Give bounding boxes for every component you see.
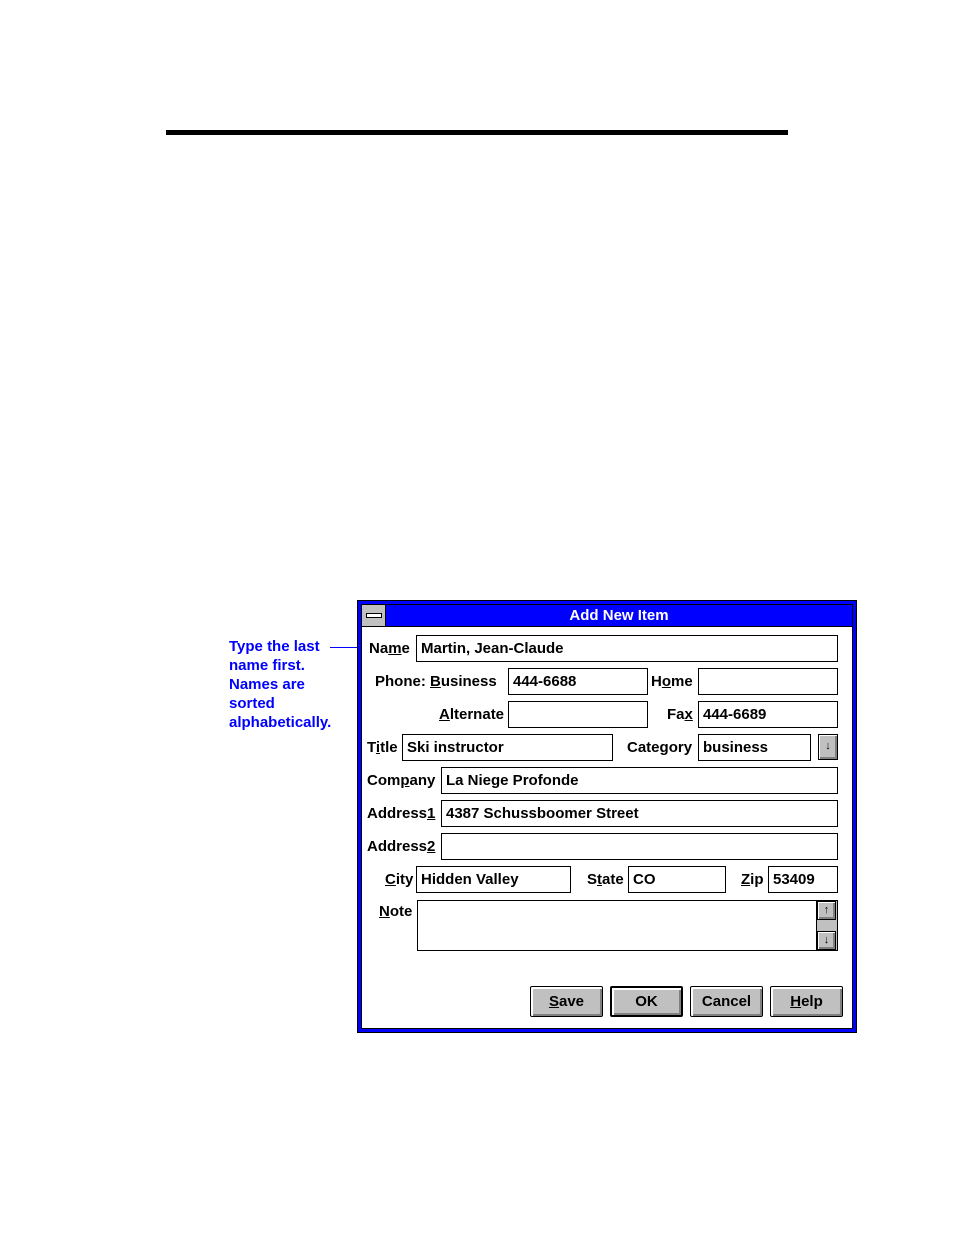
label-text: e: [401, 640, 410, 657]
label-accel: C: [385, 871, 396, 888]
title-label: Title: [367, 735, 398, 761]
label-text: ity: [395, 871, 414, 888]
scroll-down-button[interactable]: ↓: [817, 931, 836, 950]
zip-label: Zip: [741, 867, 764, 893]
button-text: ave: [558, 993, 585, 1010]
label-accel: 1: [427, 805, 436, 822]
label-accel: A: [439, 706, 450, 723]
callout-annotation: Type the last name first. Names are sort…: [229, 637, 349, 732]
label-text: ate: [602, 871, 624, 888]
title-bar[interactable]: Add New Item: [362, 605, 852, 627]
button-text: elp: [801, 993, 823, 1010]
save-button[interactable]: Save: [530, 986, 603, 1017]
address2-label: Address2: [367, 834, 435, 860]
help-button[interactable]: Help: [770, 986, 843, 1017]
callout-line: name first.: [229, 657, 305, 674]
city-input[interactable]: Hidden Valley: [416, 866, 571, 893]
label-text: tle: [380, 739, 398, 756]
address2-input[interactable]: [441, 833, 838, 860]
button-text: Cancel: [701, 993, 752, 1010]
fax-label: Fax: [667, 702, 693, 728]
callout-line: sorted: [229, 695, 275, 712]
label-accel: o: [661, 673, 672, 690]
note-label: Note: [379, 899, 412, 925]
title-input[interactable]: Ski instructor: [402, 734, 613, 761]
company-label: Company: [367, 768, 435, 794]
label-accel: g: [659, 739, 669, 756]
chevron-down-icon: ↓: [825, 740, 831, 752]
button-text: OK: [635, 993, 658, 1010]
button-accel: S: [548, 993, 559, 1010]
note-scrollbar[interactable]: ↑ ↓: [816, 901, 837, 950]
note-textarea[interactable]: ↑ ↓: [417, 900, 838, 951]
arrow-up-icon: ↑: [823, 904, 830, 916]
company-input[interactable]: La Niege Profonde: [441, 767, 838, 794]
label-text: Com: [367, 772, 401, 789]
scroll-up-button[interactable]: ↑: [817, 901, 836, 920]
label-text: Fa: [667, 706, 685, 723]
business-phone-label: Phone: Business: [375, 669, 497, 695]
label-accel: x: [684, 706, 693, 723]
address1-input[interactable]: 4387 Schussboomer Street: [441, 800, 838, 827]
label-text: Address: [367, 838, 428, 855]
label-text: any: [409, 772, 436, 789]
callout-line: Names are: [229, 676, 305, 693]
label-text: ory: [668, 739, 693, 756]
label-text: ote: [389, 903, 413, 920]
home-phone-input[interactable]: [698, 668, 838, 695]
label-text: Address: [367, 805, 428, 822]
address1-label: Address1: [367, 801, 435, 827]
cancel-button[interactable]: Cancel: [690, 986, 763, 1017]
dialog-title: Add New Item: [569, 607, 669, 624]
callout-line: alphabetically.: [229, 714, 332, 731]
label-text: Phone:: [375, 673, 430, 690]
home-phone-label: Home: [651, 669, 693, 695]
system-menu-icon[interactable]: [362, 605, 386, 626]
ok-button[interactable]: OK: [610, 986, 683, 1017]
label-accel: m: [388, 640, 402, 657]
business-phone-input[interactable]: 444-6688: [508, 668, 648, 695]
label-text: Na: [369, 640, 389, 657]
label-text: ip: [750, 871, 764, 888]
label-accel: B: [430, 673, 441, 690]
fax-input[interactable]: 444-6689: [698, 701, 838, 728]
city-label: City: [385, 867, 413, 893]
dialog-client: Add New Item Name Martin, Jean-Claude Ph…: [361, 604, 853, 1029]
name-input[interactable]: Martin, Jean-Claude: [416, 635, 838, 662]
zip-input[interactable]: 53409: [768, 866, 838, 893]
label-text: me: [671, 673, 693, 690]
add-new-item-dialog: Add New Item Name Martin, Jean-Claude Ph…: [357, 600, 857, 1033]
alternate-phone-label: Alternate: [439, 702, 504, 728]
label-text: H: [651, 673, 662, 690]
arrow-down-icon: ↓: [823, 934, 830, 946]
label-text: lternate: [449, 706, 505, 723]
label-accel: 2: [427, 838, 436, 855]
state-input[interactable]: CO: [628, 866, 726, 893]
label-text: S: [587, 871, 598, 888]
label-accel: Z: [741, 871, 751, 888]
label-text: T: [367, 739, 376, 756]
category-dropdown-button[interactable]: ↓: [818, 734, 838, 760]
alternate-phone-input[interactable]: [508, 701, 648, 728]
state-label: State: [587, 867, 624, 893]
label-text: Cate: [627, 739, 660, 756]
label-accel: N: [379, 903, 390, 920]
header-rule: [166, 130, 788, 135]
system-menu-bar: [366, 613, 382, 618]
category-label: Category: [627, 735, 692, 761]
button-accel: H: [790, 993, 802, 1010]
label-text: usiness: [440, 673, 497, 690]
label-accel: p: [400, 772, 410, 789]
category-select[interactable]: business: [698, 734, 811, 761]
name-label: Name: [369, 636, 410, 662]
